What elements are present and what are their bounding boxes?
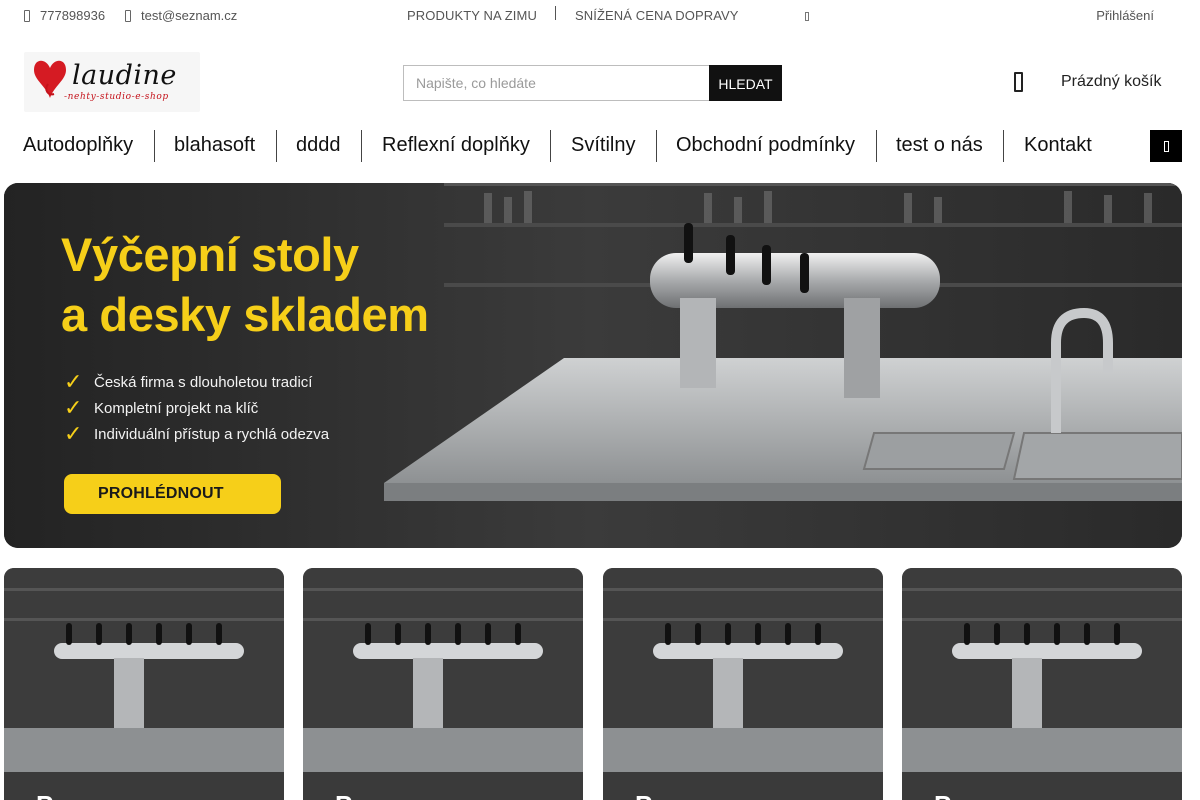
menu-icon bbox=[1163, 140, 1169, 152]
link-reduced-shipping[interactable]: SNÍŽENÁ CENA DOPRAVY bbox=[575, 8, 739, 23]
nav-item-kontakt[interactable]: Kontakt bbox=[1024, 134, 1092, 157]
nav-item-blahasoft[interactable]: blahasoft bbox=[174, 134, 255, 157]
search-button[interactable]: HLEDAT bbox=[709, 65, 782, 101]
logo-tagline: -nehty-studio-e-shop bbox=[64, 92, 169, 102]
promo-card-caption: Pr bbox=[934, 790, 961, 800]
main-navigation: Autodoplňky blahasoft dddd Reflexní dopl… bbox=[0, 128, 1200, 164]
hero-cta-button[interactable]: PROHLÉDNOUT bbox=[64, 474, 281, 514]
email-address[interactable]: test@seznam.cz bbox=[141, 8, 237, 23]
topbar-divider bbox=[555, 6, 556, 20]
promo-card[interactable]: Pr bbox=[4, 568, 284, 800]
hero-banner[interactable]: Výčepní stoly a desky skladem ✓ Česká fi… bbox=[4, 183, 1182, 548]
promo-card-image bbox=[902, 568, 1182, 800]
nav-item-obchodni-podminky[interactable]: Obchodní podmínky bbox=[676, 134, 855, 157]
promo-card[interactable]: Pr bbox=[303, 568, 583, 800]
site-logo[interactable]: laudine -nehty-studio-e-shop bbox=[24, 52, 200, 112]
promo-card-caption: Pr bbox=[635, 790, 662, 800]
promo-card-caption: Pr bbox=[36, 790, 63, 800]
nav-item-reflexni-doplnky[interactable]: Reflexní doplňky bbox=[382, 134, 530, 157]
phone-number[interactable]: 777898936 bbox=[40, 8, 105, 23]
nav-divider bbox=[656, 130, 657, 162]
link-winter-products[interactable]: PRODUKTY NA ZIMU bbox=[407, 8, 537, 23]
check-icon: ✓ bbox=[64, 395, 83, 420]
login-link[interactable]: Přihlášení bbox=[1096, 8, 1154, 23]
phone-icon bbox=[24, 9, 30, 22]
nav-divider bbox=[361, 130, 362, 162]
more-links-icon[interactable] bbox=[805, 12, 809, 21]
nav-divider bbox=[550, 130, 551, 162]
nav-item-test-o-nas[interactable]: test o nás bbox=[896, 134, 983, 157]
email-icon bbox=[125, 9, 131, 22]
promo-card-image bbox=[603, 568, 883, 800]
cart[interactable]: Prázdný košík bbox=[1014, 72, 1161, 92]
promo-card-image bbox=[4, 568, 284, 800]
check-icon: ✓ bbox=[64, 369, 83, 394]
nav-item-dddd[interactable]: dddd bbox=[296, 134, 341, 157]
nav-item-svitilny[interactable]: Svítilny bbox=[571, 134, 635, 157]
hero-feature-text: Kompletní projekt na klíč bbox=[94, 399, 259, 417]
hero-headline-line-1: Výčepní stoly bbox=[61, 228, 359, 281]
hero-feature: ✓ Česká firma s dlouholetou tradicí bbox=[64, 369, 312, 395]
hero-feature-text: Česká firma s dlouholetou tradicí bbox=[94, 373, 313, 391]
promo-card[interactable]: Pr bbox=[902, 568, 1182, 800]
hero-headline: Výčepní stoly a desky skladem bbox=[61, 225, 429, 345]
cart-icon[interactable] bbox=[1014, 72, 1023, 92]
search-input[interactable] bbox=[403, 65, 709, 101]
hero-feature: ✓ Individuální přístup a rychlá odezva bbox=[64, 421, 329, 447]
hero-feature: ✓ Kompletní projekt na klíč bbox=[64, 395, 258, 421]
nav-divider bbox=[1003, 130, 1004, 162]
nav-divider bbox=[276, 130, 277, 162]
hero-headline-line-2: a desky skladem bbox=[61, 288, 429, 341]
search-form: HLEDAT bbox=[403, 65, 782, 101]
nav-divider bbox=[154, 130, 155, 162]
promo-card-caption: Pr bbox=[335, 790, 362, 800]
nav-divider bbox=[876, 130, 877, 162]
promo-card-image bbox=[303, 568, 583, 800]
hero-feature-text: Individuální přístup a rychlá odezva bbox=[94, 425, 330, 443]
check-icon: ✓ bbox=[64, 421, 83, 446]
cart-label[interactable]: Prázdný košík bbox=[1061, 73, 1161, 91]
logo-wordmark: laudine bbox=[72, 60, 177, 91]
nav-item-autodoplnky[interactable]: Autodoplňky bbox=[23, 134, 133, 157]
menu-toggle-button[interactable] bbox=[1150, 130, 1182, 162]
top-bar: 777898936 test@seznam.cz PRODUKTY NA ZIM… bbox=[0, 0, 1200, 32]
email-contact[interactable]: test@seznam.cz bbox=[125, 8, 237, 23]
promo-card[interactable]: Pr bbox=[603, 568, 883, 800]
phone-contact[interactable]: 777898936 bbox=[24, 8, 105, 23]
